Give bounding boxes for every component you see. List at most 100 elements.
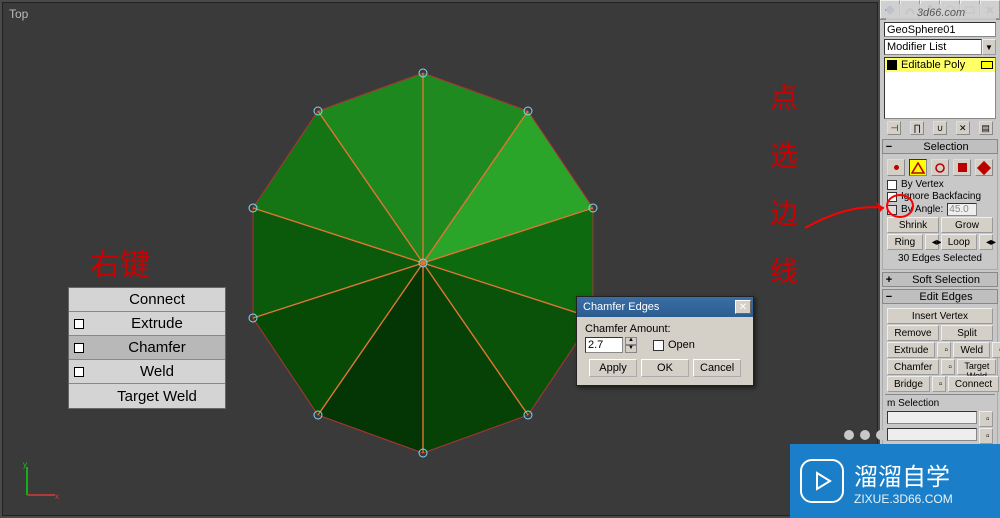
branding-box: 溜溜自学 ZIXUE.3D66.COM xyxy=(790,444,1000,518)
edit-edges-rollout: − Edit Edges Insert Vertex Remove Split … xyxy=(882,289,998,466)
bridge-button[interactable]: Bridge xyxy=(887,376,930,392)
stack-item-editable-poly[interactable]: Editable Poly xyxy=(885,58,995,72)
annotation-vert-0: 点 xyxy=(770,76,798,116)
rollout-header-soft-selection[interactable]: + Soft Selection xyxy=(882,272,998,287)
context-label: Extrude xyxy=(89,315,225,332)
stack-item-label: Editable Poly xyxy=(901,59,965,71)
rollout-title: Soft Selection xyxy=(895,274,997,286)
spinner-up-icon[interactable]: ▲ xyxy=(625,337,637,345)
show-end-icon[interactable]: ∏ xyxy=(910,121,924,135)
context-label: Connect xyxy=(89,291,225,308)
by-angle-checkbox[interactable] xyxy=(887,205,897,215)
ring-button[interactable]: Ring xyxy=(887,234,923,250)
svg-text:x: x xyxy=(55,492,59,501)
open-checkbox[interactable] xyxy=(653,340,664,351)
play-icon xyxy=(800,459,844,503)
loop-button[interactable]: Loop xyxy=(941,234,977,250)
selection-status: 30 Edges Selected xyxy=(887,251,993,266)
context-item-chamfer[interactable]: Chamfer xyxy=(69,336,225,360)
insert-vertex-button[interactable]: Insert Vertex xyxy=(887,308,993,324)
bridge-settings-button[interactable]: ▫ xyxy=(932,376,946,392)
rollout-title: Edit Edges xyxy=(895,291,997,303)
ring-spinner[interactable]: ◂▸ xyxy=(925,234,939,250)
settings-box-icon[interactable] xyxy=(74,367,84,377)
context-item-connect[interactable]: Connect xyxy=(69,288,225,312)
annotation-vert-3: 线 xyxy=(770,250,798,290)
chamfer-amount-input[interactable] xyxy=(585,337,623,353)
context-item-extrude[interactable]: Extrude xyxy=(69,312,225,336)
chamfer-dialog: Chamfer Edges ✕ Chamfer Amount: ▲ ▼ Open… xyxy=(576,296,754,386)
edge-subobj-button[interactable] xyxy=(909,159,927,176)
chamfer-button[interactable]: Chamfer xyxy=(887,359,939,375)
settings-box-icon[interactable] xyxy=(74,319,84,329)
spinner-down-icon[interactable]: ▼ xyxy=(625,345,637,353)
ok-button[interactable]: OK xyxy=(641,359,689,377)
cancel-button[interactable]: Cancel xyxy=(693,359,741,377)
by-vertex-checkbox[interactable] xyxy=(887,180,897,190)
context-item-target-weld[interactable]: Target Weld xyxy=(69,384,225,408)
selection-rollout: − Selection By Vertex Ignore Backfacing … xyxy=(882,139,998,270)
open-label: Open xyxy=(668,339,695,351)
border-subobj-button[interactable] xyxy=(931,159,949,176)
context-menu: Connect Extrude Chamfer Weld Target Weld xyxy=(68,287,226,409)
annotation-vert-2: 边 xyxy=(770,192,798,232)
context-label: Weld xyxy=(89,363,225,380)
annotation-vertical: 点 选 边 线 xyxy=(770,76,798,290)
target-weld-button[interactable]: Target Weld xyxy=(957,359,996,375)
brand-title: 溜溜自学 xyxy=(854,457,953,492)
svg-text:y: y xyxy=(23,461,27,469)
stack-toolbar: ⊣ ∏ ∪ ✕ ▤ xyxy=(884,121,996,137)
apply-button[interactable]: Apply xyxy=(589,359,637,377)
misc-value-field-2[interactable] xyxy=(887,428,977,441)
rollout-header-edit-edges[interactable]: − Edit Edges xyxy=(882,289,998,304)
chamfer-amount-label: Chamfer Amount: xyxy=(585,323,745,335)
minus-icon: − xyxy=(883,141,895,153)
bulb-icon[interactable] xyxy=(887,60,897,70)
by-angle-value: 45.0 xyxy=(947,203,977,216)
object-name-field[interactable]: GeoSphere01 xyxy=(884,22,996,37)
split-button[interactable]: Split xyxy=(941,325,993,341)
vertex-subobj-button[interactable] xyxy=(887,159,905,176)
soft-selection-rollout: + Soft Selection xyxy=(882,272,998,287)
misc-value-field[interactable] xyxy=(887,411,977,424)
element-subobj-button[interactable] xyxy=(975,159,993,176)
connect-button[interactable]: Connect xyxy=(948,376,999,392)
annotation-vert-1: 选 xyxy=(770,134,798,174)
remove-mod-icon[interactable]: ✕ xyxy=(956,121,970,135)
plus-icon: + xyxy=(883,274,895,286)
weld-button[interactable]: Weld xyxy=(953,342,990,358)
chevron-down-icon[interactable]: ▼ xyxy=(982,39,996,55)
rollout-header-selection[interactable]: − Selection xyxy=(882,139,998,154)
geosphere-mesh[interactable] xyxy=(223,63,623,463)
ignore-backfacing-checkbox[interactable] xyxy=(887,192,897,202)
polygon-subobj-button[interactable] xyxy=(953,159,971,176)
chamfer-settings-button[interactable]: ▫ xyxy=(941,359,955,375)
make-unique-icon[interactable]: ∪ xyxy=(933,121,947,135)
pin-stack-icon[interactable]: ⊣ xyxy=(887,121,901,135)
annotation-right-click: 右键 xyxy=(90,240,150,284)
pin-icon[interactable] xyxy=(981,61,993,69)
configure-icon[interactable]: ▤ xyxy=(979,121,993,135)
watermark-top: 3d66.com xyxy=(886,4,996,22)
decorative-dots xyxy=(844,430,886,440)
modifier-stack[interactable]: Editable Poly xyxy=(884,57,996,119)
loop-spinner[interactable]: ◂▸ xyxy=(979,234,993,250)
axis-gizmo: y x xyxy=(21,461,61,501)
modifier-list-dropdown[interactable]: Modifier List ▼ xyxy=(884,39,996,55)
ignore-backfacing-label: Ignore Backfacing xyxy=(901,191,981,202)
by-vertex-label: By Vertex xyxy=(901,179,944,190)
weld-settings-button[interactable]: ▫ xyxy=(992,342,1000,358)
grow-button[interactable]: Grow xyxy=(941,217,993,233)
extrude-settings-button[interactable]: ▫ xyxy=(937,342,951,358)
remove-button[interactable]: Remove xyxy=(887,325,939,341)
misc-spinner[interactable]: ▫ xyxy=(979,411,993,427)
extrude-button[interactable]: Extrude xyxy=(887,342,935,358)
modifier-list-text: Modifier List xyxy=(884,39,982,55)
shrink-button[interactable]: Shrink xyxy=(887,217,939,233)
dialog-titlebar[interactable]: Chamfer Edges ✕ xyxy=(577,297,753,317)
close-icon[interactable]: ✕ xyxy=(735,300,751,314)
by-angle-label: By Angle: xyxy=(901,204,943,215)
misc-spinner-2[interactable]: ▫ xyxy=(979,428,993,444)
context-item-weld[interactable]: Weld xyxy=(69,360,225,384)
settings-box-icon[interactable] xyxy=(74,343,84,353)
